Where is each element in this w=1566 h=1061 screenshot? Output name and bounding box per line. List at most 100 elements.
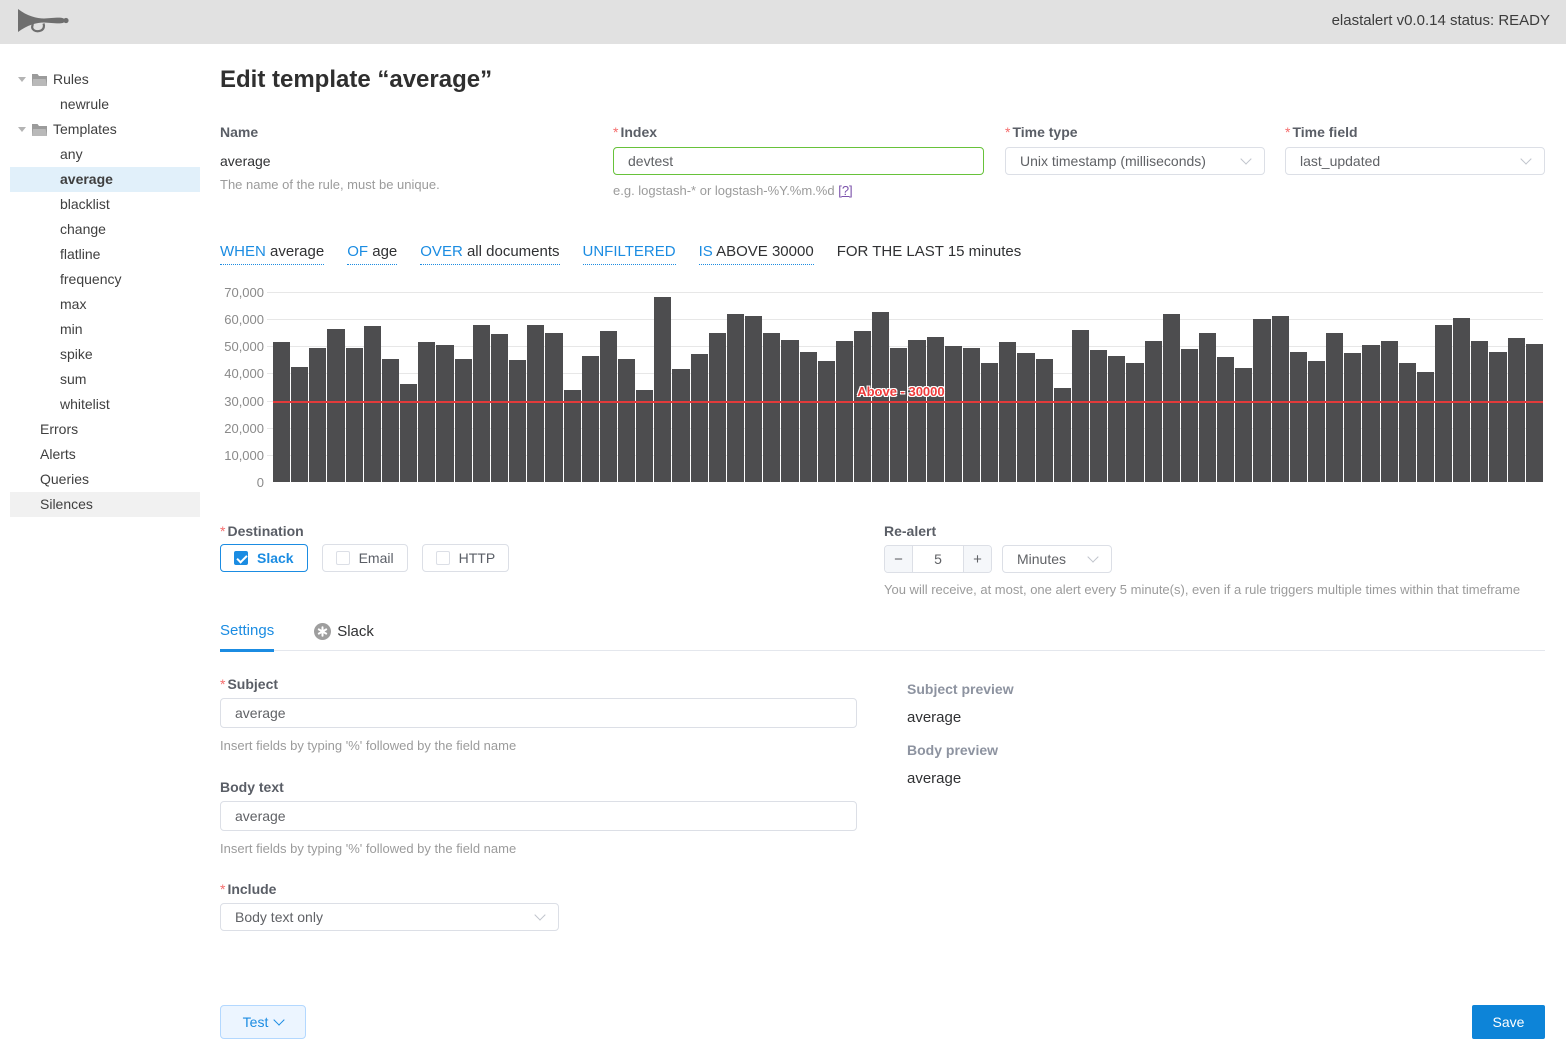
chart-bar [1435,324,1453,482]
subject-label: * Subject [220,676,279,692]
sidebar-item-alerts[interactable]: Alerts [10,442,200,467]
destination-email-checkbox[interactable]: Email [321,544,408,572]
chart-bar [1235,368,1253,482]
test-button[interactable]: Test [220,1005,306,1039]
sidebar-item-silences[interactable]: Silences [10,492,200,517]
subject-input[interactable] [220,698,857,728]
chart-bar [490,334,509,482]
body-text-input[interactable] [220,801,857,831]
realert-unit-select[interactable]: Minutes [1002,545,1112,573]
sidebar-item-errors[interactable]: Errors [10,417,200,442]
realert-value[interactable]: 5 [913,546,963,572]
chart-bar [1108,355,1126,482]
chart-bar [309,347,327,482]
chart-bar [981,362,999,482]
tab-slack[interactable]: Slack [314,621,374,650]
query-sentence: WHEN average OF age OVER all documents UNFI… [220,243,1021,265]
chart-bar [726,313,745,482]
sidebar-item-label: newrule [60,96,110,112]
preview-chart: 70,000 60,000 50,000 40,000 30,000 20,000 10,0… [220,285,1545,497]
sidebar-item-spike[interactable]: spike [10,342,200,367]
chart-bar [835,340,853,482]
destination-options: Slack Email HTTP [220,544,510,572]
query-value: all documents [466,243,560,260]
destination-option-label: Slack [257,550,294,566]
chart-bar [890,347,908,482]
main-content: Edit template “average” Name average The… [220,0,1545,1061]
chart-bar [581,355,599,482]
sidebar-item-sum[interactable]: sum [10,367,200,392]
tab-settings[interactable]: Settings [220,621,275,652]
query-keyword: OVER [420,243,463,260]
chart-bar [1162,313,1180,482]
tab-label: Settings [220,622,275,639]
query-keyword: OF [347,243,369,260]
sidebar-item-label: min [60,321,83,337]
chevron-down-icon[interactable] [18,77,26,82]
chart-bar [1525,343,1543,482]
increment-button[interactable]: + [963,546,991,572]
sidebar-item-flatline[interactable]: flatline [10,242,200,267]
body-preview-label: Body preview [907,742,999,758]
time-type-label: * Time type [1005,124,1078,140]
chart-bar [817,361,835,482]
sidebar-item-templates[interactable]: Templates [10,117,200,142]
query-token-when[interactable]: WHEN average [220,243,325,265]
decrement-button[interactable]: − [885,546,913,572]
sidebar-tree: Rules newrule Templates any average blacklist… [0,67,210,517]
query-token-of[interactable]: OF age [347,243,398,265]
sidebar-item-max[interactable]: max [10,292,200,317]
save-button[interactable]: Save [1472,1005,1545,1039]
query-token-for-the-last-15-minutes[interactable]: FOR THE LAST 15 minutes [837,243,1022,264]
include-select[interactable]: Body text only [220,903,559,931]
chart-bar [854,331,872,482]
sidebar-item-label: change [60,221,106,237]
destination-http-checkbox[interactable]: HTTP [421,544,510,572]
time-type-select[interactable]: Unix timestamp (milliseconds) [1005,147,1265,175]
sidebar-item-blacklist[interactable]: blacklist [10,192,200,217]
query-token-over[interactable]: OVER all documents [420,243,560,265]
y-axis-label: 40,000 [224,366,264,382]
checkbox-icon [335,551,350,565]
subject-preview-label: Subject preview [907,681,1014,697]
sidebar-item-min[interactable]: min [10,317,200,342]
destination-slack-checkbox[interactable]: Slack [220,544,308,572]
chevron-down-icon[interactable] [18,127,26,132]
sidebar-item-queries[interactable]: Queries [10,467,200,492]
sidebar-item-average[interactable]: average [10,167,200,192]
required-asterisk: * [613,124,619,140]
sidebar-item-change[interactable]: change [10,217,200,242]
chart-bar [999,342,1017,482]
chevron-down-icon [1240,153,1252,165]
destination-label: * Destination [220,523,304,539]
checkbox-icon [435,551,450,565]
sidebar-item-label: Templates [53,121,117,137]
query-token-is[interactable]: IS ABOVE 30000 [698,243,814,265]
chart-bar [1380,340,1398,482]
sidebar-item-rules[interactable]: Rules [10,67,200,92]
sidebar-item-whitelist[interactable]: whitelist [10,392,200,417]
sidebar-item-newrule[interactable]: newrule [10,92,200,117]
chart-bar [327,328,345,482]
help-link[interactable]: [?] [838,183,852,198]
index-input[interactable] [613,147,984,175]
threshold-line [273,400,1543,403]
query-token-unfiltered[interactable]: UNFILTERED [582,243,676,265]
chart-bar [1416,372,1434,482]
chart-bar [527,324,545,482]
time-field-label: * Time field [1285,124,1358,140]
sidebar-item-any[interactable]: any [10,142,200,167]
time-field-select[interactable]: last_updated [1285,147,1545,175]
chart-bar [1471,340,1489,482]
required-asterisk: * [220,881,226,897]
chart-bar [1090,350,1108,482]
sidebar-item-label: sum [60,371,87,387]
y-axis-label: 0 [256,475,264,490]
chart-bar [745,316,763,482]
body-preview-value: average [907,770,962,787]
horn-icon[interactable] [17,8,69,40]
chart-bar [1126,362,1144,482]
sidebar-item-frequency[interactable]: frequency [10,267,200,292]
checkbox-icon [234,551,248,565]
include-label: * Include [220,881,277,897]
